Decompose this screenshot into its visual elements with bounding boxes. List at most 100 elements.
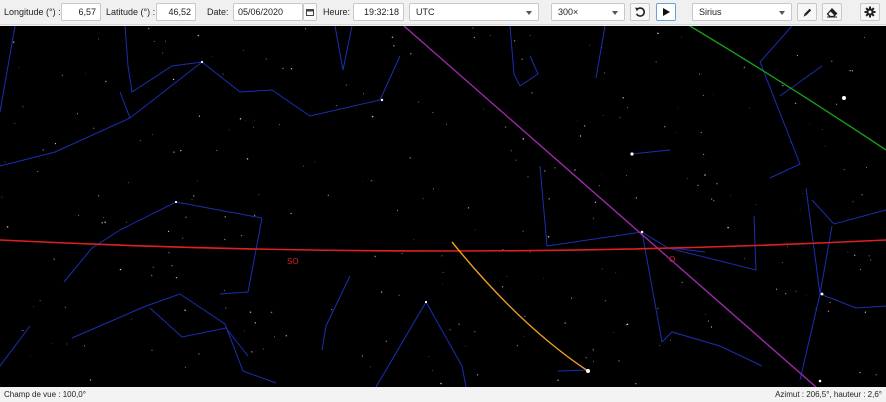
faint-star xyxy=(180,149,182,152)
faint-star xyxy=(285,335,287,337)
toolbar: Longitude (°) : 6,57 Latitude (°) : 46,5… xyxy=(0,0,886,25)
faint-star xyxy=(228,129,230,131)
faint-star xyxy=(601,174,603,175)
faint-star xyxy=(554,167,556,169)
faint-star xyxy=(167,230,170,233)
faint-star xyxy=(852,201,854,203)
field-of-view-text: Champ de vue : 100,0° xyxy=(4,390,86,399)
faint-star xyxy=(522,230,524,232)
faint-star xyxy=(618,360,620,362)
faint-star xyxy=(222,73,224,75)
faint-star xyxy=(29,356,31,358)
faint-star xyxy=(516,345,518,347)
faint-star xyxy=(12,41,15,43)
faint-star xyxy=(304,28,307,30)
faint-star xyxy=(835,103,838,105)
faint-star xyxy=(702,153,705,156)
gear-icon xyxy=(864,6,876,18)
faint-star xyxy=(577,120,578,122)
faint-star xyxy=(727,226,729,229)
pencil-icon xyxy=(803,8,811,17)
timezone-select[interactable]: UTC xyxy=(409,3,539,21)
faint-star xyxy=(472,27,474,29)
faint-star xyxy=(449,329,451,331)
faint-star xyxy=(827,310,830,312)
faint-star xyxy=(258,194,260,196)
faint-star xyxy=(686,178,688,180)
faint-star xyxy=(4,161,6,163)
faint-star xyxy=(809,123,811,125)
faint-star xyxy=(547,236,550,238)
faint-star xyxy=(548,198,550,200)
faint-star xyxy=(592,348,594,350)
faint-star xyxy=(380,291,383,293)
faint-star xyxy=(515,159,517,161)
faint-star xyxy=(866,166,867,168)
faint-star xyxy=(657,32,659,35)
speed-value: 300× xyxy=(558,7,579,17)
sky-view[interactable]: SO O xyxy=(0,26,886,387)
faint-star xyxy=(39,300,41,302)
latitude-input[interactable]: 46,52 xyxy=(156,3,196,21)
faint-star xyxy=(704,314,706,316)
faint-star xyxy=(152,266,154,268)
faint-star xyxy=(225,307,227,309)
chevron-down-icon xyxy=(526,11,532,15)
faint-star xyxy=(467,207,470,209)
faint-star xyxy=(154,40,156,43)
faint-star xyxy=(98,38,99,40)
faint-star xyxy=(290,212,292,215)
faint-star xyxy=(192,195,195,197)
faint-star xyxy=(105,80,107,83)
pointer-position-text: Azimut : 206,5°, hauteur : 2,6° xyxy=(775,390,882,399)
faint-star xyxy=(707,320,710,322)
faint-star xyxy=(851,70,854,72)
faint-star xyxy=(150,274,153,277)
faint-star xyxy=(18,66,20,68)
faint-star xyxy=(262,348,265,350)
faint-star xyxy=(417,101,420,103)
faint-star xyxy=(794,102,797,105)
undo-icon xyxy=(635,7,645,17)
date-label: Date: xyxy=(207,7,229,17)
faint-star xyxy=(198,115,200,117)
faint-star xyxy=(243,50,245,51)
target-select[interactable]: Sirius xyxy=(692,3,792,21)
faint-star xyxy=(198,353,200,355)
date-input[interactable]: 05/06/2020 xyxy=(233,3,303,21)
faint-star xyxy=(76,113,79,115)
faint-star xyxy=(211,56,213,57)
faint-star xyxy=(37,171,39,173)
faint-star xyxy=(831,60,833,62)
faint-star xyxy=(657,307,659,310)
faint-star xyxy=(529,251,531,253)
settings-button[interactable] xyxy=(860,3,880,21)
faint-star xyxy=(374,255,376,258)
longitude-input[interactable]: 6,57 xyxy=(61,3,101,21)
reset-time-button[interactable] xyxy=(630,3,650,21)
faint-star xyxy=(270,311,273,314)
faint-star xyxy=(363,93,365,95)
erase-button[interactable] xyxy=(822,3,842,21)
faint-star xyxy=(61,74,63,76)
faint-star xyxy=(254,119,256,121)
faint-star xyxy=(224,216,226,218)
faint-star xyxy=(14,122,16,124)
faint-star xyxy=(102,216,104,218)
timezone-value: UTC xyxy=(416,7,435,17)
status-bar: Champ de vue : 100,0° Azimut : 206,5°, h… xyxy=(0,387,886,402)
faint-star xyxy=(527,176,529,178)
time-input[interactable]: 19:32:18 xyxy=(353,3,404,21)
calendar-button[interactable] xyxy=(303,3,317,21)
edit-button[interactable] xyxy=(797,3,817,21)
faint-star xyxy=(245,119,247,121)
faint-star xyxy=(54,142,57,145)
faint-star xyxy=(697,184,699,186)
play-button[interactable] xyxy=(656,3,676,21)
faint-star xyxy=(712,93,714,95)
sky-map xyxy=(0,26,886,387)
faint-star xyxy=(711,198,713,200)
faint-star xyxy=(713,200,715,202)
speed-select[interactable]: 300× xyxy=(551,3,625,21)
faint-star xyxy=(564,322,566,324)
